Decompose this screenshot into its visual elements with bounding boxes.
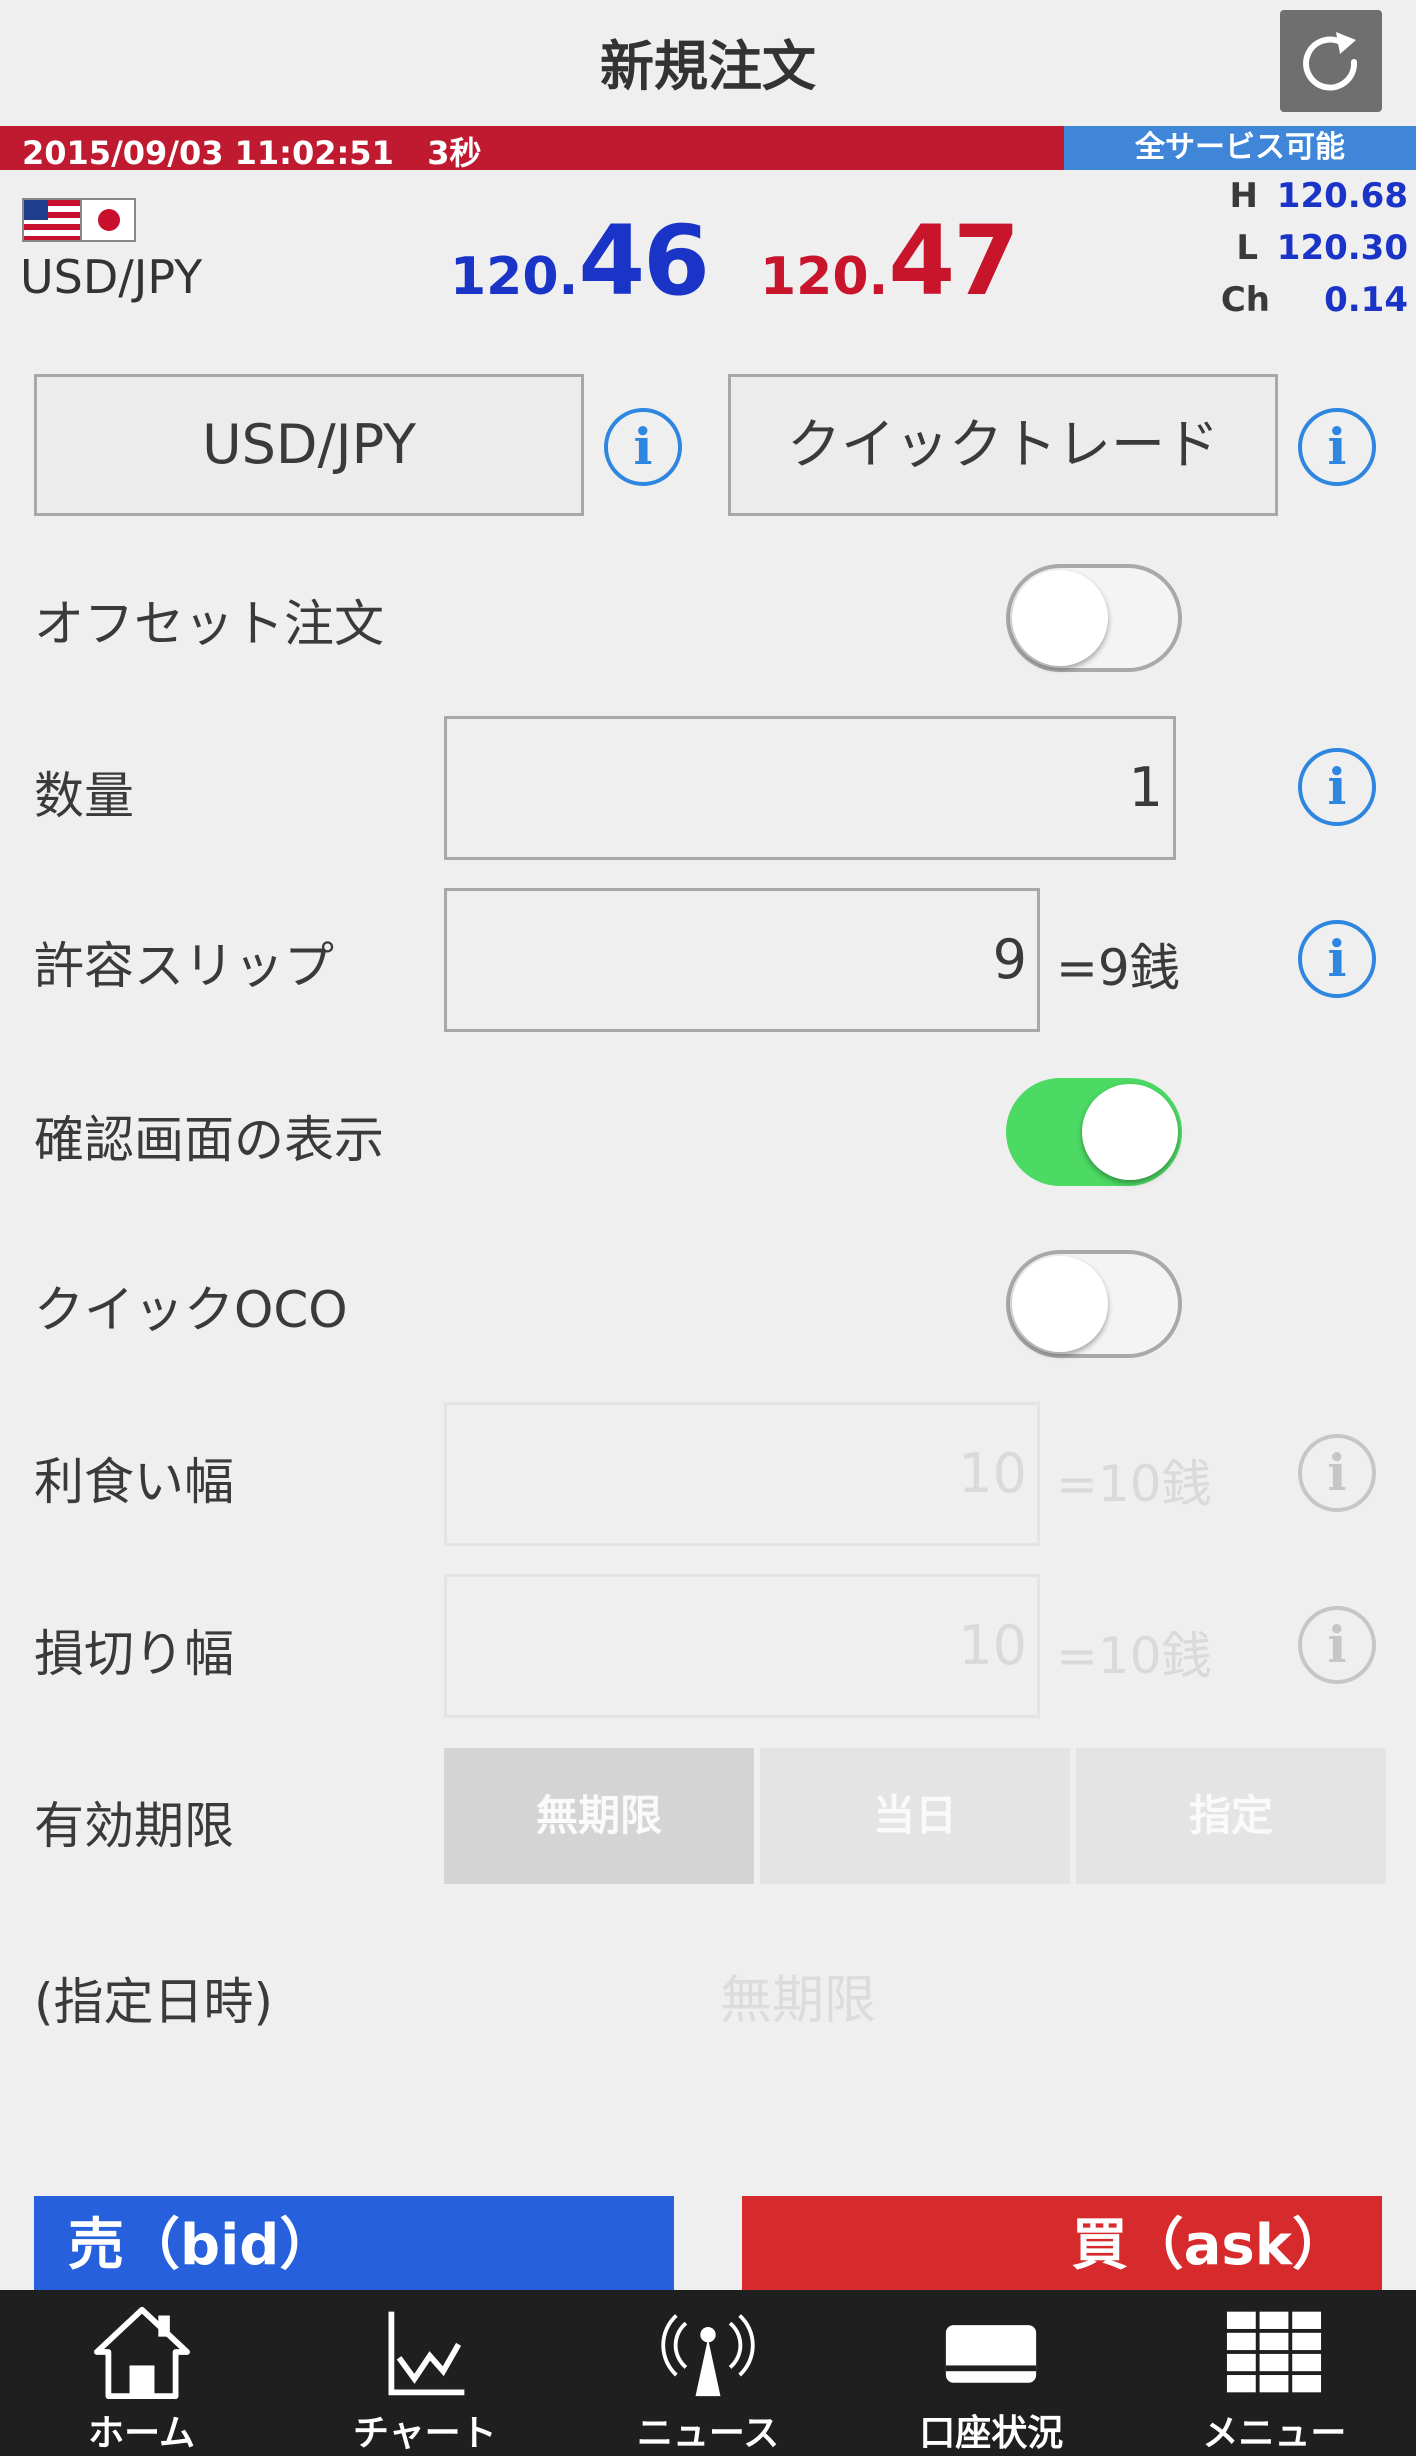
home-icon [93, 2306, 190, 2400]
order-type-selector[interactable]: クイックトレード [728, 374, 1278, 516]
datetime-label: (指定日時) [34, 1973, 274, 2031]
info-icon[interactable]: i [1298, 748, 1376, 826]
confirm-screen-toggle[interactable] [1006, 1078, 1182, 1186]
take-profit-field[interactable]: 10 [444, 1402, 1040, 1546]
bid-price-prefix: 120. [450, 247, 579, 307]
tab-account[interactable]: 口座状況 [850, 2290, 1133, 2456]
tab-menu[interactable]: メニュー [1133, 2290, 1416, 2456]
bid-price-main: 46 [578, 205, 710, 317]
toggle-knob [1082, 1084, 1178, 1180]
tab-label: ニュース [636, 2413, 780, 2454]
menu-icon [1227, 2311, 1322, 2393]
refresh-icon [1303, 32, 1358, 91]
expiry-option-today[interactable]: 当日 [760, 1748, 1070, 1884]
info-icon[interactable]: i [1298, 920, 1376, 998]
tab-label: チャート [352, 2413, 497, 2454]
account-icon [946, 2325, 1037, 2383]
status-timestamp: 2015/09/03 11:02:51 3秒 [22, 128, 482, 174]
stop-loss-label: 損切り幅 [34, 1625, 234, 1683]
datetime-value: 無期限 [720, 1971, 877, 2031]
tab-label: ホーム [88, 2413, 196, 2454]
buy-ask-button[interactable]: 買（ask） [742, 2196, 1382, 2296]
take-profit-label: 利食い幅 [34, 1453, 234, 1511]
us-flag-icon [24, 200, 80, 240]
toggle-knob [1012, 1256, 1108, 1352]
high-value: 120.68 [1276, 176, 1408, 216]
currency-flags [22, 198, 136, 242]
news-icon [661, 2314, 755, 2397]
stop-loss-suffix: =10銭 [1056, 1627, 1212, 1685]
slippage-suffix: =9銭 [1056, 939, 1180, 997]
stop-loss-field[interactable]: 10 [444, 1574, 1040, 1718]
currency-pair-selector[interactable]: USD/JPY [34, 374, 584, 516]
chart-icon [388, 2311, 465, 2396]
tab-news[interactable]: ニュース [566, 2290, 849, 2456]
page-title: 新規注文 [600, 35, 816, 98]
tab-bar: ホーム チャート ニュース 口座状況 メニュー [0, 2290, 1416, 2456]
timestamp: 2015/09/03 11:02:51 [22, 134, 394, 172]
refresh-button[interactable] [1280, 10, 1382, 112]
update-delay: 3秒 [427, 134, 482, 172]
slippage-label: 許容スリップ [34, 937, 334, 995]
take-profit-suffix: =10銭 [1056, 1455, 1212, 1513]
quick-oco-toggle[interactable] [1006, 1250, 1182, 1358]
service-status-badge: 全サービス可能 [1064, 126, 1416, 170]
offset-order-toggle[interactable] [1006, 564, 1182, 672]
expiry-label: 有効期限 [34, 1797, 234, 1855]
high-label: H [1229, 176, 1258, 216]
info-icon[interactable]: i [1298, 1434, 1376, 1512]
quick-oco-label: クイックOCO [34, 1281, 348, 1339]
offset-order-label: オフセット注文 [34, 595, 384, 653]
change-value: 0.14 [1324, 280, 1408, 320]
confirm-screen-label: 確認画面の表示 [34, 1111, 384, 1169]
low-value: 120.30 [1276, 228, 1408, 268]
info-icon[interactable]: i [1298, 1606, 1376, 1684]
ask-price-main: 47 [888, 205, 1020, 317]
bid-price: 120.46 [450, 205, 710, 317]
toggle-knob [1012, 570, 1108, 666]
currency-pair-label: USD/JPY [20, 250, 203, 304]
ask-price: 120.47 [760, 205, 1020, 317]
quantity-field[interactable]: 1 [444, 716, 1176, 860]
info-icon[interactable]: i [1298, 408, 1376, 486]
tab-label: 口座状況 [919, 2413, 1064, 2454]
tab-label: メニュー [1202, 2413, 1347, 2454]
low-label: L [1236, 228, 1258, 268]
ask-price-prefix: 120. [760, 247, 889, 307]
tab-home[interactable]: ホーム [0, 2290, 283, 2456]
slippage-field[interactable]: 9 [444, 888, 1040, 1032]
jp-flag-icon [80, 200, 134, 240]
expiry-option-specify[interactable]: 指定 [1076, 1748, 1386, 1884]
expiry-option-unlimited[interactable]: 無期限 [444, 1748, 754, 1884]
quantity-label: 数量 [34, 767, 134, 825]
info-icon[interactable]: i [604, 408, 682, 486]
sell-bid-button[interactable]: 売（bid） [34, 2196, 674, 2296]
tab-chart[interactable]: チャート [283, 2290, 566, 2456]
